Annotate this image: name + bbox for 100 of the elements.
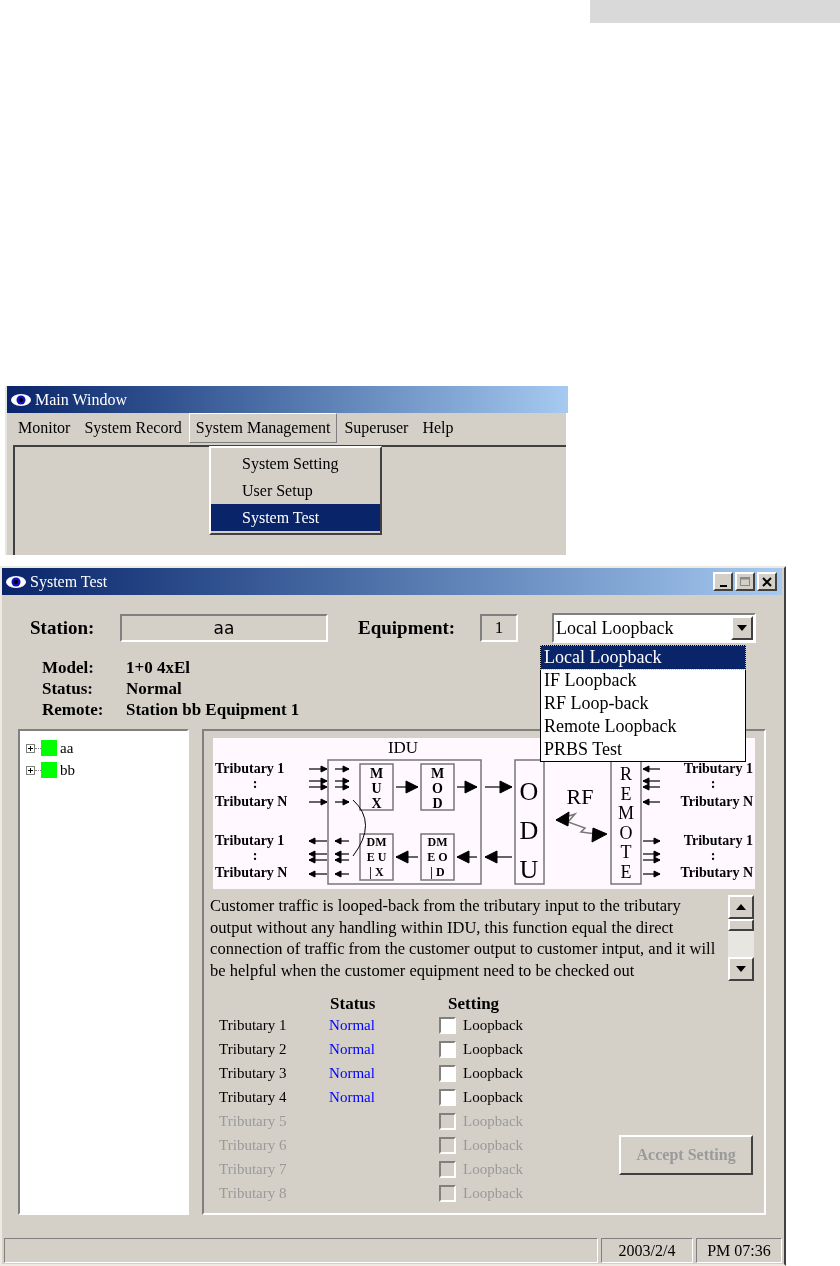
idu-label: IDU xyxy=(388,738,419,757)
menu-entry[interactable]: System Test xyxy=(211,504,380,531)
equipment-label: Equipment: xyxy=(358,615,457,640)
dropdown-option[interactable]: Local Loopback xyxy=(541,646,745,669)
rf-label: RF xyxy=(566,784,594,809)
menu-entry[interactable]: User Setup xyxy=(211,477,380,504)
menu-item[interactable]: System Management xyxy=(188,413,338,443)
mod-label: O xyxy=(432,781,444,796)
demod-label: | D xyxy=(430,865,445,879)
loopback-checkbox[interactable] xyxy=(439,1088,457,1106)
eye-icon xyxy=(5,574,27,589)
remote-label: E xyxy=(620,783,632,804)
arrow xyxy=(642,798,661,806)
arrow xyxy=(456,850,478,864)
loopback-checkbox[interactable] xyxy=(439,1016,457,1034)
window-title: System Test xyxy=(30,571,108,593)
mode-dropdown[interactable]: Local Loopback xyxy=(552,613,756,643)
minimize-button[interactable] xyxy=(713,572,733,591)
expander-icon[interactable] xyxy=(26,765,35,775)
odu-label: U xyxy=(519,855,539,884)
arrow xyxy=(642,837,661,845)
close-button[interactable] xyxy=(757,572,777,591)
scroll-down-icon xyxy=(736,966,747,972)
status-text: Normal xyxy=(329,1063,376,1083)
arrow xyxy=(334,765,350,773)
info-value: 1+0 4xEl xyxy=(126,657,191,678)
loopback-checkbox[interactable] xyxy=(439,1040,457,1058)
maximize-icon xyxy=(738,574,752,589)
node-icon xyxy=(41,740,57,756)
row-label: Tributary 6 xyxy=(219,1135,288,1155)
expander-icon[interactable] xyxy=(26,743,35,753)
tributary-label: Tributary N xyxy=(215,865,288,880)
tributary-label: Tributary 1 xyxy=(215,761,285,776)
remote-label: E xyxy=(620,861,632,882)
arrow xyxy=(642,870,661,878)
demux-label: E U xyxy=(366,850,387,864)
demux-label: | X xyxy=(369,865,384,879)
row-label: Tributary 2 xyxy=(219,1039,288,1059)
checkbox-label: Loopback xyxy=(463,1063,524,1083)
mux-block xyxy=(359,763,394,811)
dropdown-option[interactable]: Remote Loopback xyxy=(541,715,745,738)
maximize-button[interactable] xyxy=(735,572,755,591)
arrow xyxy=(308,798,328,806)
mod-label: D xyxy=(432,796,443,811)
tributary-label: Tributary 1 xyxy=(683,761,754,776)
odu-label: O xyxy=(519,777,539,806)
arrow xyxy=(642,765,661,773)
dropdown-option[interactable]: IF Loopback xyxy=(541,669,745,692)
demod-label: DM xyxy=(427,835,448,849)
minimize-icon xyxy=(719,584,727,587)
mux-label: U xyxy=(371,781,382,796)
row-label: Tributary 4 xyxy=(219,1087,288,1107)
tributary-label: Tributary N xyxy=(680,794,754,809)
menu-item[interactable]: Monitor xyxy=(11,413,78,443)
tributary-label: Tributary N xyxy=(215,794,288,809)
tributary-label: Tributary 1 xyxy=(683,833,754,848)
arrow xyxy=(334,837,350,845)
demod-block xyxy=(420,833,455,881)
menu-entry[interactable]: System Setting xyxy=(211,450,380,477)
info-label: Remote: xyxy=(42,699,105,720)
row-label: Tributary 3 xyxy=(219,1063,288,1083)
arrow xyxy=(484,780,513,794)
row-label: Tributary 5 xyxy=(219,1111,288,1131)
checkbox-label: Loopback xyxy=(463,1087,524,1107)
arrow xyxy=(395,850,419,864)
menu-item[interactable]: Help xyxy=(415,413,461,443)
close-icon xyxy=(760,574,774,589)
radio-link-drawing xyxy=(555,811,608,843)
status-text: Normal xyxy=(329,1039,376,1059)
menu-item[interactable]: System Record xyxy=(77,413,189,443)
tree-item[interactable]: aa xyxy=(60,736,74,760)
loopback-checkbox[interactable] xyxy=(439,1064,457,1082)
remote-label: T xyxy=(620,842,632,862)
checkbox-label: Loopback xyxy=(463,1111,524,1131)
arrow xyxy=(308,765,328,773)
tributary-label: Tributary N xyxy=(680,865,754,880)
arrow xyxy=(395,780,419,794)
status-text: Normal xyxy=(329,1087,376,1107)
row-label: Tributary 8 xyxy=(219,1183,288,1203)
checkbox-label: Loopback xyxy=(463,1039,524,1059)
window-title: Main Window xyxy=(35,389,127,410)
dropdown-option[interactable]: PRBS Test xyxy=(541,738,745,761)
arrow xyxy=(456,780,478,794)
mux-label: M xyxy=(370,766,384,781)
scroll-thumb[interactable] xyxy=(728,919,755,931)
checkbox-label: Loopback xyxy=(463,1159,524,1179)
scrollbar[interactable] xyxy=(728,895,755,981)
tree-item[interactable]: bb xyxy=(60,758,75,782)
station-field: aa xyxy=(120,614,328,642)
remote-label: O xyxy=(619,822,633,843)
arrow xyxy=(484,850,513,864)
equipment-field: 1 xyxy=(480,614,518,642)
menu-item[interactable]: Superuser xyxy=(337,413,416,443)
column-header: Status xyxy=(330,993,377,1013)
info-label: Status: xyxy=(42,678,94,699)
status-bar-field: PM 07:36 xyxy=(696,1238,782,1263)
demux-block xyxy=(359,833,394,881)
dropdown-option[interactable]: RF Loop-back xyxy=(541,692,745,715)
loop-curve xyxy=(352,799,367,857)
column-header: Setting xyxy=(448,993,500,1013)
